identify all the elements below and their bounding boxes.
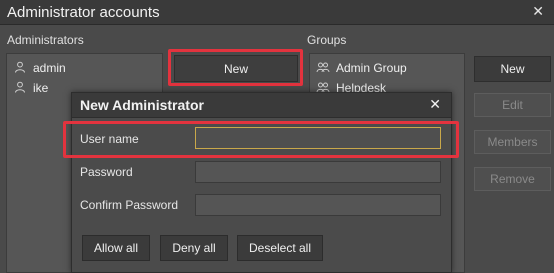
administrator-name: admin — [33, 61, 66, 75]
password-input[interactable] — [195, 161, 441, 183]
user-name-label: User name — [80, 132, 139, 146]
group-icon — [316, 61, 330, 75]
new-group-button[interactable]: New — [474, 56, 551, 82]
window-title: Administrator accounts — [7, 4, 160, 21]
list-item[interactable]: ike — [13, 79, 48, 97]
window-titlebar: Administrator accounts ✕ — [0, 0, 554, 25]
edit-group-button[interactable]: Edit — [474, 93, 551, 117]
allow-all-button[interactable]: Allow all — [82, 235, 150, 261]
list-item[interactable]: Admin Group — [316, 59, 407, 77]
dialog-titlebar: New Administrator ✕ — [72, 93, 451, 118]
dialog-title: New Administrator — [80, 97, 204, 113]
group-name: Admin Group — [336, 61, 407, 75]
user-icon — [13, 81, 27, 95]
new-administrator-button[interactable]: New — [174, 55, 298, 82]
user-icon — [13, 61, 27, 75]
new-administrator-dialog: New Administrator ✕ User name Password C… — [71, 92, 452, 273]
deselect-all-button[interactable]: Deselect all — [237, 235, 323, 261]
administrators-label: Administrators — [7, 33, 84, 47]
user-name-input[interactable] — [195, 127, 441, 149]
dialog-close-icon[interactable]: ✕ — [429, 96, 441, 113]
remove-group-button[interactable]: Remove — [474, 167, 551, 191]
list-item[interactable]: admin — [13, 59, 66, 77]
window-close-icon[interactable]: ✕ — [532, 3, 544, 20]
members-button[interactable]: Members — [474, 130, 551, 154]
deny-all-button[interactable]: Deny all — [160, 235, 228, 261]
administrator-name: ike — [33, 81, 49, 95]
groups-label: Groups — [307, 33, 347, 47]
password-label: Password — [80, 165, 133, 179]
confirm-password-label: Confirm Password — [80, 198, 179, 212]
confirm-password-input[interactable] — [195, 194, 441, 216]
